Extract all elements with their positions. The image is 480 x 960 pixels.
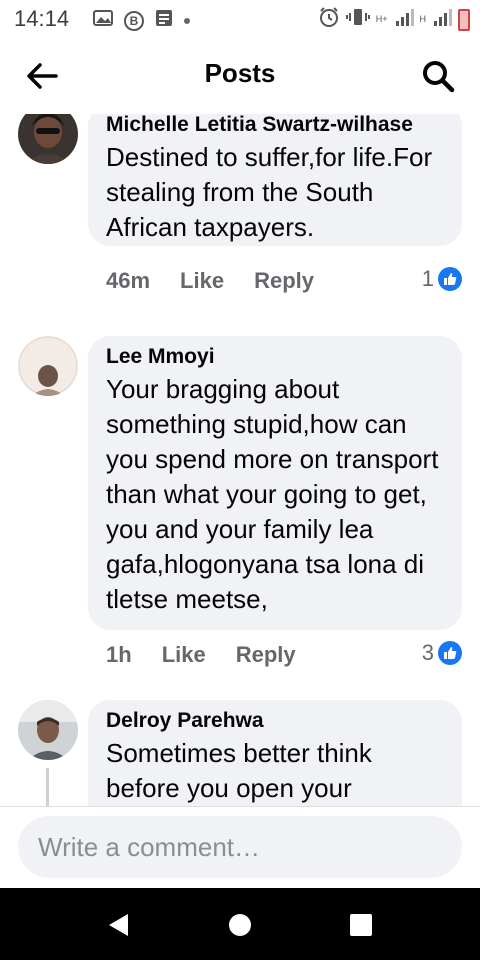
reply-button[interactable]: Reply: [236, 642, 296, 668]
avatar[interactable]: [18, 336, 78, 396]
comment-time: 46m: [106, 268, 151, 293]
signal-icon: [432, 7, 452, 32]
avatar[interactable]: [18, 114, 78, 164]
dot-icon: [184, 17, 190, 24]
comment-author[interactable]: Michelle Letitia Swartz-wilhase: [106, 114, 444, 138]
comment-text: Your bragging about something stupid,how…: [106, 374, 439, 614]
nav-recents-button[interactable]: [346, 910, 376, 940]
comment-composer[interactable]: [18, 816, 462, 878]
comment-text: Destined to suffer,for life.For stealing…: [106, 142, 433, 242]
thumbs-up-icon: [438, 641, 462, 665]
net-type-2: H: [419, 14, 427, 24]
search-button[interactable]: [418, 56, 458, 96]
comment-time: 1h: [106, 642, 132, 667]
status-time: 14:14: [14, 6, 70, 31]
thread-line: [46, 768, 49, 806]
reply-button[interactable]: Reply: [254, 268, 314, 294]
gallery-icon: [92, 8, 114, 33]
circle-home-icon: [229, 914, 251, 936]
nav-home-button[interactable]: [225, 910, 255, 940]
battery-icon: [458, 8, 470, 31]
square-recents-icon: [350, 914, 372, 936]
nav-back-button[interactable]: [104, 910, 134, 940]
comment-bubble[interactable]: Delroy Parehwa Sometimes better think be…: [88, 700, 462, 806]
vibrate-icon: [345, 6, 370, 33]
comment-actions: 1h Like Reply: [106, 642, 296, 668]
like-button[interactable]: Like: [162, 642, 206, 668]
search-icon: [423, 61, 455, 93]
status-bar: 14:14 B H+ H: [0, 0, 480, 36]
signal-icon: [394, 7, 414, 32]
reaction-count[interactable]: 3: [422, 640, 462, 666]
header: Posts: [0, 36, 480, 114]
thumbs-up-icon: [438, 267, 462, 291]
system-icons: H+ H: [318, 6, 470, 33]
comment-bubble[interactable]: Lee Mmoyi Your bragging about something …: [88, 336, 462, 630]
comment-bubble[interactable]: Michelle Letitia Swartz-wilhase Destined…: [88, 114, 462, 246]
page-title: Posts: [204, 58, 276, 88]
comment-author[interactable]: Lee Mmoyi: [106, 344, 444, 370]
reaction-number: 3: [421, 640, 434, 665]
comments-list[interactable]: Michelle Letitia Swartz-wilhase Destined…: [0, 114, 480, 806]
comment-text: Sometimes better think before you open y…: [106, 738, 372, 803]
notification-icons: B: [92, 8, 190, 33]
comment-author[interactable]: Delroy Parehwa: [106, 708, 444, 734]
divider: [0, 806, 480, 807]
system-nav-bar: [0, 888, 480, 960]
like-button[interactable]: Like: [180, 268, 224, 294]
net-type-1: H+: [375, 14, 388, 24]
reaction-count[interactable]: 1: [422, 266, 462, 292]
reaction-number: 1: [421, 266, 434, 291]
comment-input[interactable]: [38, 831, 438, 863]
avatar[interactable]: [18, 700, 78, 760]
comment-actions: 46m Like Reply: [106, 268, 314, 294]
b-app-icon: B: [124, 10, 144, 31]
news-icon: [154, 8, 174, 33]
alarm-icon: [318, 6, 340, 33]
triangle-back-icon: [109, 914, 128, 936]
